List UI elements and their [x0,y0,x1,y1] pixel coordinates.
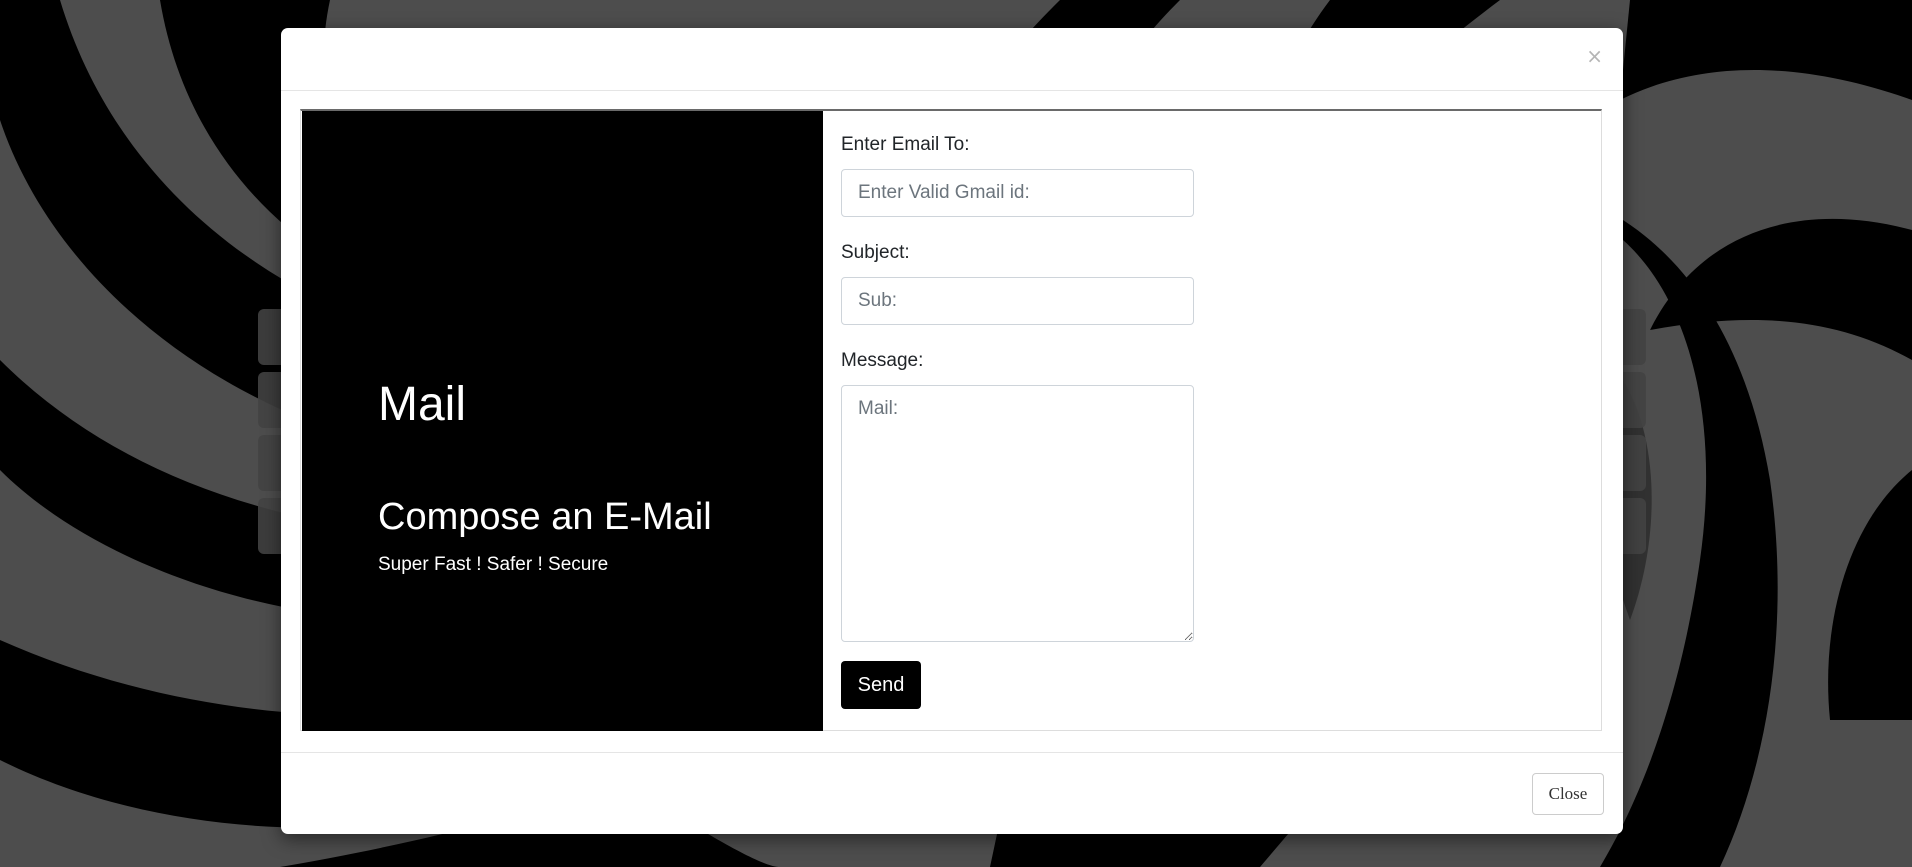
email-field[interactable] [841,169,1194,217]
compose-form: Enter Email To: Subject: Message: Send [841,111,1581,731]
mail-hero-panel: Mail Compose an E-Mail Super Fast ! Safe… [302,111,823,731]
email-label: Enter Email To: [841,134,970,155]
hero-subtitle: Compose an E-Mail [378,496,712,538]
subject-label: Subject: [841,242,910,263]
close-button[interactable]: Close [1532,773,1604,815]
hero-tagline: Super Fast ! Safer ! Secure [378,554,609,575]
hero-title: Mail [378,378,467,431]
message-label: Message: [841,350,924,371]
modal-body: Mail Compose an E-Mail Super Fast ! Safe… [300,109,1602,731]
send-button[interactable]: Send [841,661,921,709]
message-field[interactable] [841,385,1194,642]
modal-footer: Close [281,752,1623,835]
compose-mail-modal: × Mail Compose an E-Mail Super Fast ! Sa… [281,28,1623,834]
close-icon[interactable]: × [1586,44,1603,68]
modal-header: × [281,28,1623,91]
subject-field[interactable] [841,277,1194,325]
